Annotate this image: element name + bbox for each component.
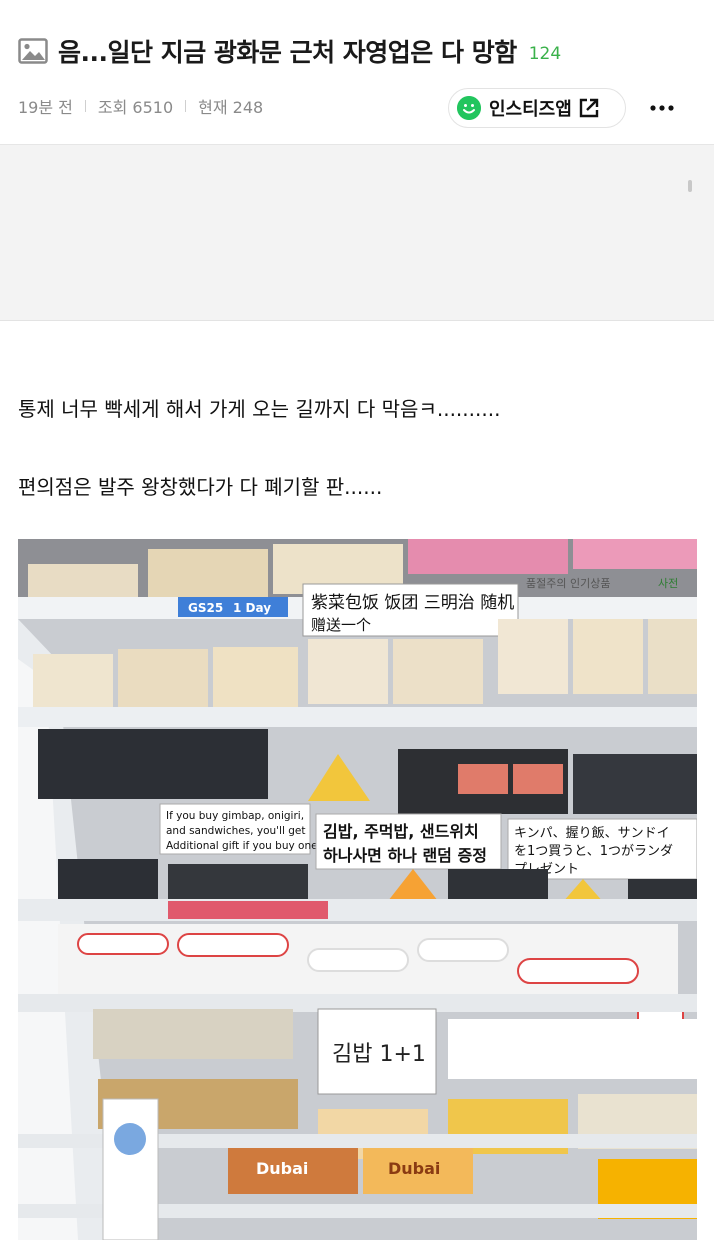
- ad-placeholder: [0, 145, 714, 321]
- time-ago: 19분 전: [18, 98, 73, 117]
- svg-text:김밥, 주먹밥, 샌드위치: 김밥, 주먹밥, 샌드위치: [323, 822, 479, 841]
- comment-count[interactable]: 124: [529, 44, 561, 64]
- view-count: 조회 6510: [97, 98, 174, 117]
- convenience-store-shelf-photo: GS25 1 Day 품절주의 인기상품 사전 紫菜包饭 饭团 三明治 随机 赠…: [18, 539, 697, 1240]
- meta-divider: [84, 100, 86, 112]
- ad-indicator: [688, 180, 692, 192]
- product-label: Dubai: [256, 1159, 308, 1178]
- current-viewers: 현재 248: [198, 98, 264, 117]
- post-meta: 19분 전 조회 6510 현재 248: [18, 94, 263, 118]
- post-body: 통제 너무 빡세게 해서 가게 오는 길까지 다 막음ㅋ.......... 편…: [18, 385, 698, 511]
- chinese-sign: 紫菜包饭 饭团 三明治 随机 赠送一个: [302, 583, 519, 637]
- body-paragraph: 편의점은 발주 왕창했다가 다 폐기할 판......: [18, 475, 383, 499]
- svg-text:を1つ買うと、1つがランダ: を1つ買うと、1つがランダ: [514, 844, 673, 859]
- svg-text:Additional gift if you buy one: Additional gift if you buy one: [166, 840, 318, 852]
- svg-text:하나사면 하나 랜덤 증정: 하나사면 하나 랜덤 증정: [323, 846, 487, 865]
- meta-divider: [185, 100, 187, 112]
- body-paragraph: 통제 너무 빡세게 해서 가게 오는 길까지 다 막음ㅋ..........: [18, 397, 501, 421]
- title-row: 음...일단 지금 광화문 근처 자영업은 다 망함 124: [18, 33, 561, 69]
- smiley-logo-icon: [457, 96, 481, 120]
- svg-text:and sandwiches, you'll get: and sandwiches, you'll get: [166, 825, 305, 837]
- image-icon: [18, 38, 48, 64]
- english-sign: If you buy gimbap, onigiri, and sandwich…: [159, 803, 318, 855]
- more-options-icon[interactable]: [648, 94, 676, 122]
- svg-text:赠送一个: 赠送一个: [311, 616, 371, 634]
- product-label: Dubai: [388, 1159, 440, 1178]
- svg-text:紫菜包饭 饭团 三明治 随机: 紫菜包饭 饭团 三明治 随机: [311, 593, 514, 613]
- svg-text:김밥 1+1: 김밥 1+1: [332, 1042, 426, 1067]
- shelf-tag: 사전: [658, 577, 678, 590]
- shelf-label: GS25: [188, 601, 223, 615]
- app-button-label: 인스티즈앱: [489, 99, 572, 120]
- svg-text:キンパ、握り飯、サンドイ: キンパ、握り飯、サンドイ: [514, 826, 670, 841]
- standing-sign-badge: [114, 1123, 146, 1155]
- external-link-icon: [579, 98, 599, 118]
- standing-sign: [102, 1098, 159, 1240]
- open-app-button[interactable]: 인스티즈앱: [448, 88, 626, 128]
- post-header: 음...일단 지금 광화문 근처 자영업은 다 망함 124 19분 전 조회 …: [0, 0, 714, 145]
- shelf-tag: 품절주의 인기상품: [526, 577, 610, 590]
- post-photo[interactable]: GS25 1 Day 품절주의 인기상품 사전 紫菜包饭 饭团 三明治 随机 赠…: [18, 539, 697, 1240]
- korean-sign: 김밥, 주먹밥, 샌드위치 하나사면 하나 랜덤 증정: [315, 813, 502, 870]
- post-title: 음...일단 지금 광화문 근처 자영업은 다 망함: [58, 38, 517, 67]
- shelf-label: 1 Day: [233, 601, 271, 615]
- svg-text:If you buy gimbap, onigiri,: If you buy gimbap, onigiri,: [166, 810, 304, 822]
- handwritten-sign: 김밥 1+1: [317, 1008, 437, 1095]
